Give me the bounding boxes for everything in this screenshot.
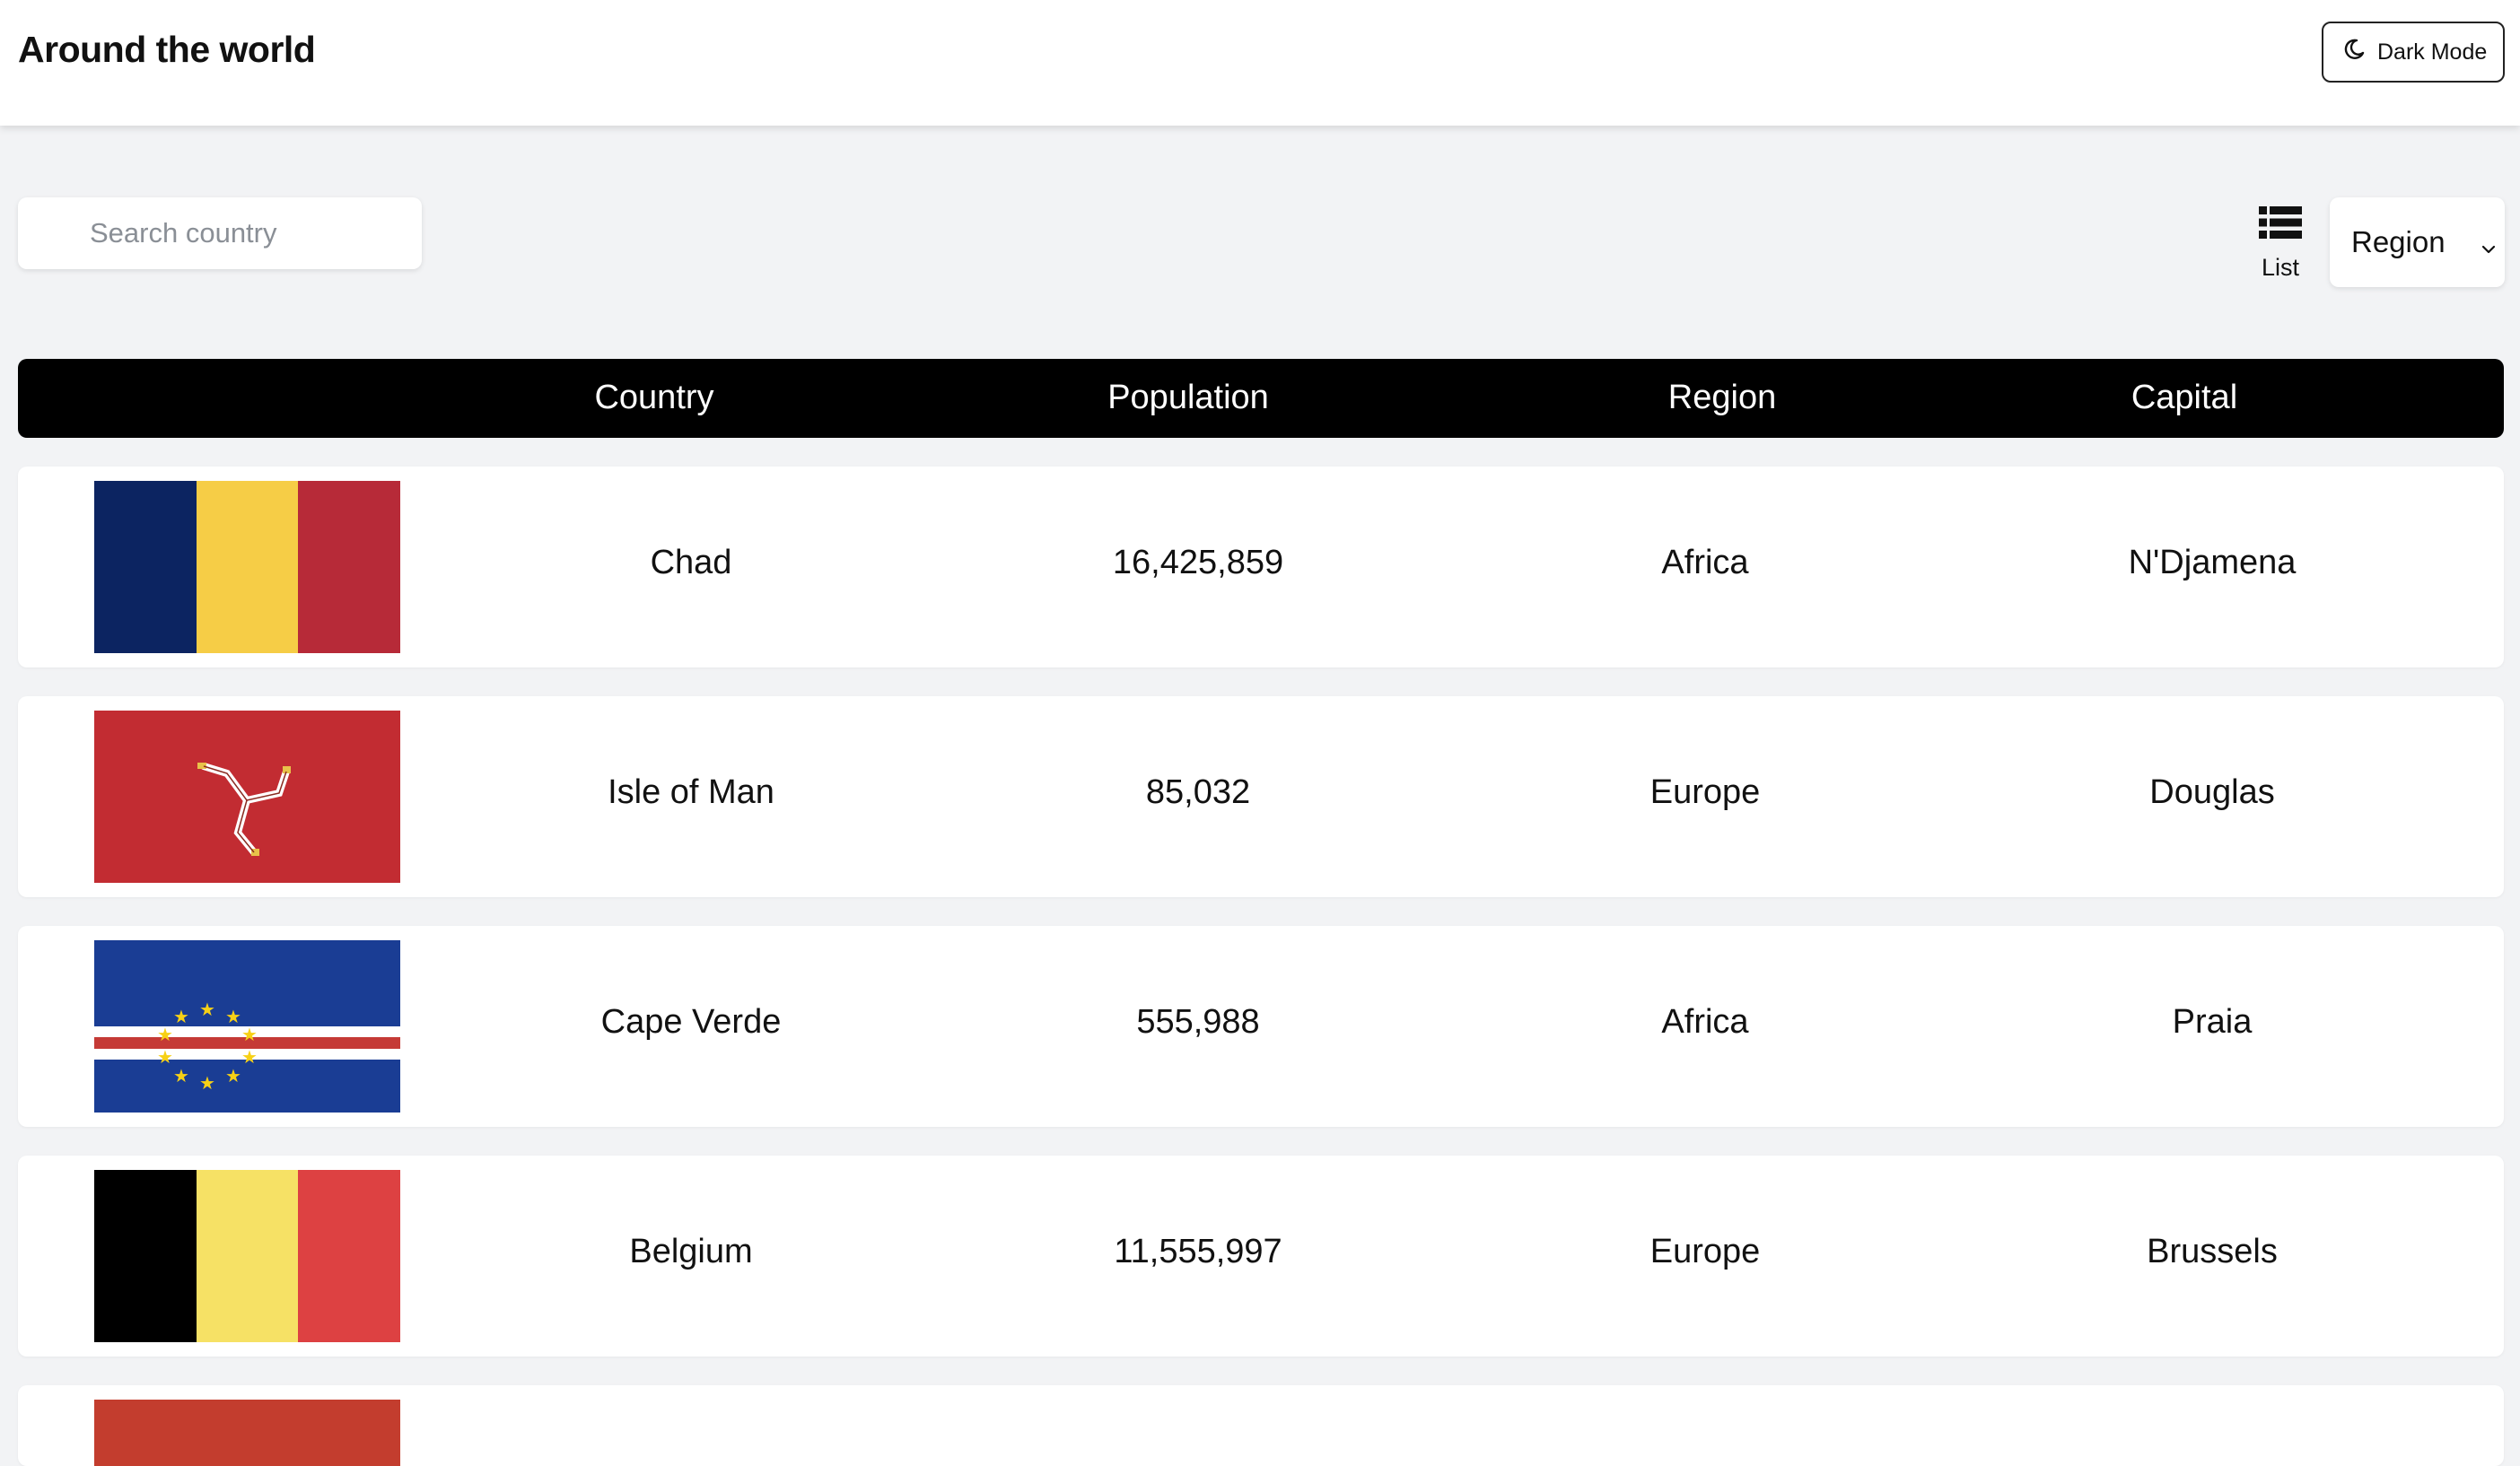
region-value: Europe: [1649, 773, 1761, 811]
app-title: Around the world: [18, 29, 316, 70]
svg-text:★: ★: [225, 1065, 241, 1086]
country-name: Belgium: [629, 1233, 753, 1270]
svg-text:★: ★: [241, 1024, 258, 1045]
region-filter-value: Region: [2351, 225, 2446, 258]
region-value: Africa: [1661, 1003, 1749, 1041]
table-row[interactable]: ★ ★ ★ ★ ★ ★ ★ ★ ★ ★ Cape Verde 555,988 A…: [18, 926, 2504, 1127]
list-view-toggle[interactable]: List: [2249, 205, 2312, 285]
svg-text:★: ★: [173, 1065, 189, 1086]
table-row[interactable]: Isle of Man 85,032 Europe Douglas: [18, 696, 2504, 897]
country-name: Isle of Man: [608, 773, 774, 811]
belgium-flag: [94, 1170, 400, 1342]
svg-text:★: ★: [157, 1046, 173, 1068]
top-bar: Around the world Dark Mode: [0, 0, 2520, 126]
list-icon: [2259, 205, 2302, 245]
capital-value: Douglas: [2149, 773, 2275, 811]
search-container: [18, 197, 422, 269]
cape-verde-flag: ★ ★ ★ ★ ★ ★ ★ ★ ★ ★: [94, 940, 400, 1113]
search-input[interactable]: [18, 197, 422, 269]
population-value: 555,988: [1136, 1003, 1260, 1041]
table-row[interactable]: Belgium 11,555,997 Europe Brussels: [18, 1156, 2504, 1357]
column-header-population[interactable]: Population: [1107, 379, 1269, 417]
column-header-country[interactable]: Country: [594, 379, 713, 417]
population-value: 16,425,859: [1112, 544, 1284, 581]
population-value: 85,032: [1145, 773, 1251, 811]
svg-text:★: ★: [157, 1024, 173, 1045]
chad-flag: [94, 481, 400, 653]
column-header-region[interactable]: Region: [1668, 379, 1776, 417]
capital-value: Praia: [2172, 1003, 2253, 1041]
population-value: 11,555,997: [1114, 1233, 1282, 1270]
country-name: Cape Verde: [600, 1003, 782, 1041]
country-name: Chad: [650, 544, 732, 581]
svg-text:★: ★: [199, 1072, 215, 1094]
list-label: List: [2261, 254, 2300, 281]
column-header-capital[interactable]: Capital: [2131, 379, 2237, 417]
table-header: Country Population Region Capital: [18, 359, 2504, 438]
region-filter-select[interactable]: Region: [2330, 197, 2505, 287]
partial-flag: [94, 1400, 400, 1466]
svg-text:★: ★: [173, 1006, 189, 1027]
capital-value: Brussels: [2147, 1233, 2278, 1270]
svg-text:★: ★: [199, 999, 215, 1020]
dark-mode-label: Dark Mode: [2377, 39, 2488, 65]
moon-icon: [2343, 39, 2365, 66]
svg-text:★: ★: [241, 1046, 258, 1068]
chevron-down-icon: [2480, 231, 2498, 254]
region-value: Europe: [1649, 1233, 1761, 1270]
table-row[interactable]: Chad 16,425,859 Africa N'Djamena: [18, 467, 2504, 668]
svg-text:★: ★: [225, 1006, 241, 1027]
table-row[interactable]: [18, 1385, 2504, 1466]
capital-value: N'Djamena: [2128, 544, 2297, 581]
isle-of-man-flag: [94, 711, 400, 883]
region-value: Africa: [1661, 544, 1749, 581]
dark-mode-button[interactable]: Dark Mode: [2322, 22, 2505, 83]
